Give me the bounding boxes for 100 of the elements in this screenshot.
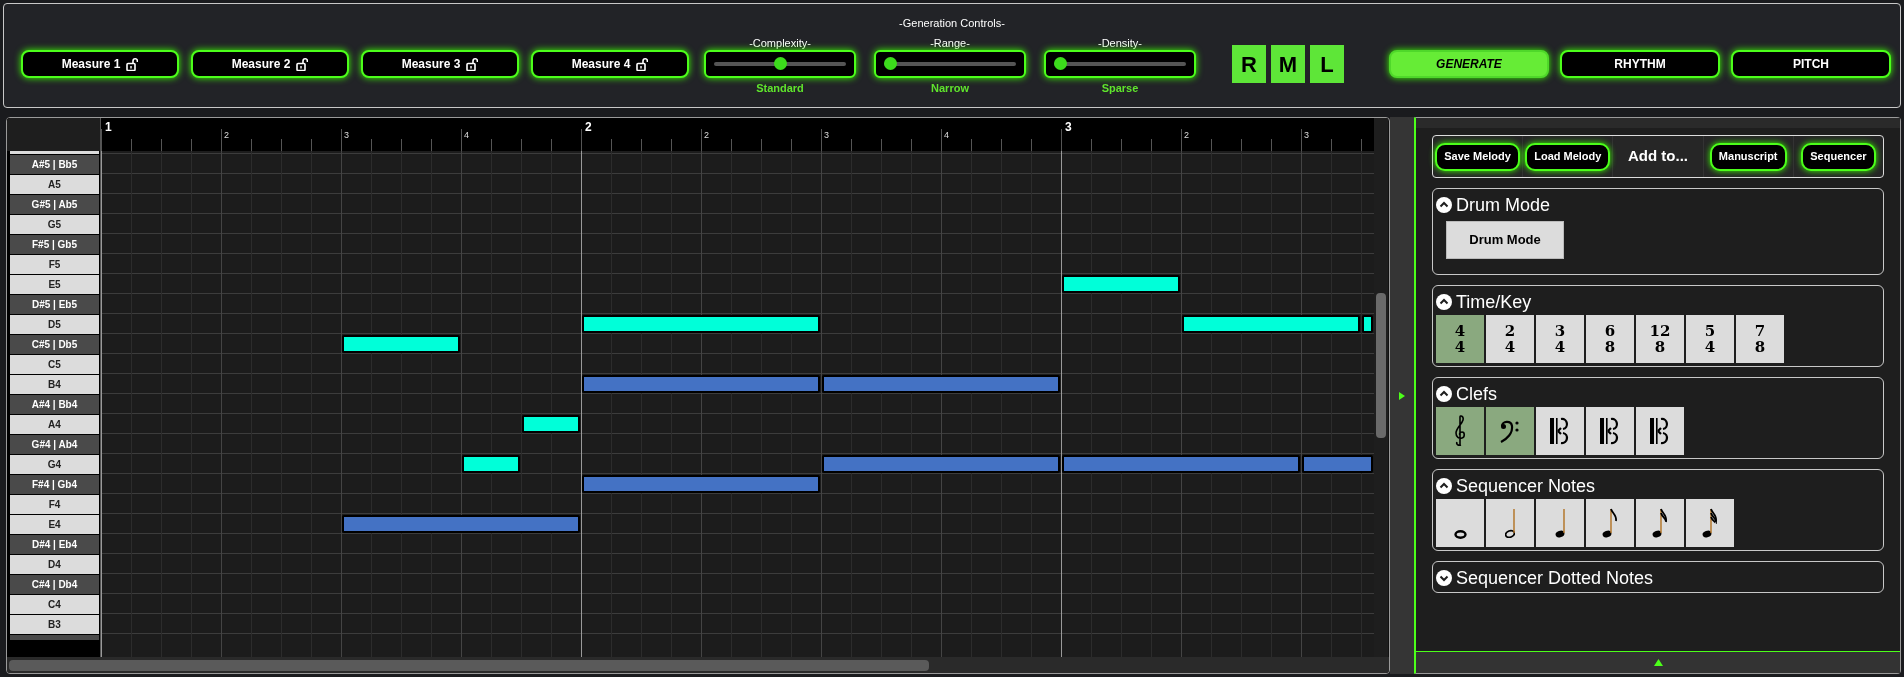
panel-title: -Generation Controls-	[899, 16, 1005, 30]
slider-label: -Range-	[930, 36, 970, 50]
note-block[interactable]	[582, 315, 820, 333]
measure-number: 1	[105, 120, 112, 134]
note-block[interactable]	[1062, 275, 1180, 293]
drum-mode-button[interactable]: Drum Mode	[1446, 221, 1564, 259]
chevron-up-icon[interactable]	[1436, 197, 1452, 213]
slider-thumb[interactable]	[884, 57, 897, 70]
sharp-piano-key[interactable]: D#5 | Eb5	[10, 295, 99, 314]
toolbar-button[interactable]: Save Melody	[1435, 142, 1520, 171]
clef-button[interactable]	[1436, 407, 1484, 455]
sharp-piano-key[interactable]: A#4 | Bb4	[10, 395, 99, 414]
sharp-piano-key[interactable]: C#5 | Db5	[10, 335, 99, 354]
slider-label: -Density-	[1098, 36, 1142, 50]
clef-button[interactable]	[1486, 407, 1534, 455]
time-signature-button[interactable]: 6 8	[1586, 315, 1634, 363]
natural-piano-key[interactable]: B3	[10, 615, 99, 634]
bottom-bar[interactable]	[1416, 651, 1900, 673]
hand-button[interactable]: L	[1310, 45, 1344, 83]
natural-piano-key[interactable]: D4	[10, 555, 99, 574]
sharp-piano-key[interactable]: D#4 | Eb4	[10, 535, 99, 554]
sharp-piano-key[interactable]: A#5 | Bb5	[10, 155, 99, 174]
time-signature-button[interactable]: 7 8	[1736, 315, 1784, 363]
slider[interactable]	[874, 50, 1026, 78]
sharp-piano-key[interactable]: G#5 | Ab5	[10, 195, 99, 214]
hand-button[interactable]: R	[1232, 45, 1266, 83]
action-button[interactable]: GENERATE	[1389, 50, 1549, 78]
section-title[interactable]: Time/Key	[1456, 291, 1532, 313]
time-signature-button[interactable]: 5 4	[1686, 315, 1734, 363]
clef-button[interactable]	[1586, 407, 1634, 455]
natural-piano-key[interactable]: G5	[10, 215, 99, 234]
scrollbar-thumb[interactable]	[9, 659, 929, 671]
action-button[interactable]: RHYTHM	[1560, 50, 1720, 78]
chevron-up-icon[interactable]	[1436, 294, 1452, 310]
unlocked-lock-icon	[296, 57, 309, 71]
section-title[interactable]: Drum Mode	[1456, 194, 1551, 216]
note-value-button[interactable]	[1436, 499, 1484, 547]
natural-piano-key[interactable]: F4	[10, 495, 99, 514]
beat-number: 3	[1304, 130, 1309, 140]
natural-piano-key[interactable]: G4	[10, 455, 99, 474]
toolbar-button[interactable]: Manuscript	[1709, 142, 1787, 171]
beat-number: 3	[824, 130, 829, 140]
scrollbar-thumb[interactable]	[1376, 293, 1386, 438]
natural-piano-key[interactable]: A5	[10, 175, 99, 194]
unlocked-lock-icon	[636, 57, 649, 71]
natural-piano-key[interactable]: D5	[10, 315, 99, 334]
note-value-button[interactable]	[1636, 499, 1684, 547]
chevron-up-icon[interactable]	[1436, 478, 1452, 494]
measure-button[interactable]: Measure 4	[531, 50, 689, 78]
slider[interactable]	[1044, 50, 1196, 78]
natural-piano-key[interactable]: A4	[10, 415, 99, 434]
note-value-button[interactable]	[1586, 499, 1634, 547]
time-signature-button[interactable]: 12 8	[1636, 315, 1684, 363]
chevron-down-icon[interactable]	[1436, 570, 1452, 586]
section-title[interactable]: Sequencer Notes	[1456, 475, 1596, 497]
note-block[interactable]	[462, 455, 520, 473]
measure-button[interactable]: Measure 1	[21, 50, 179, 78]
note-block[interactable]	[1362, 315, 1373, 333]
c-clef-icon	[1649, 417, 1671, 445]
note-block[interactable]	[1182, 315, 1360, 333]
note-block[interactable]	[342, 335, 460, 353]
beat-number: 2	[1184, 130, 1189, 140]
eighth-note-icon	[1602, 507, 1618, 539]
note-value-button[interactable]	[1686, 499, 1734, 547]
half-note-icon	[1504, 507, 1516, 539]
panel-toggle-strip[interactable]	[1390, 117, 1414, 674]
clef-button[interactable]	[1636, 407, 1684, 455]
time-signature-button[interactable]: 3 4	[1536, 315, 1584, 363]
hand-button[interactable]: M	[1271, 45, 1305, 83]
sharp-piano-key[interactable]: F#4 | Gb4	[10, 475, 99, 494]
natural-piano-key[interactable]: F5	[10, 255, 99, 274]
measure-button[interactable]: Measure 2	[191, 50, 349, 78]
natural-piano-key[interactable]: B4	[10, 375, 99, 394]
time-signature-button[interactable]: 2 4	[1486, 315, 1534, 363]
slider-thumb[interactable]	[773, 57, 787, 70]
natural-piano-key[interactable]: E5	[10, 275, 99, 294]
clef-button[interactable]	[1536, 407, 1584, 455]
measure-button[interactable]: Measure 3	[361, 50, 519, 78]
section-title[interactable]: Sequencer Dotted Notes	[1456, 567, 1654, 589]
sharp-piano-key[interactable]: F#5 | Gb5	[10, 235, 99, 254]
vertical-scrollbar[interactable]	[1374, 118, 1388, 657]
toolbar-button[interactable]: Load Melody	[1525, 142, 1611, 171]
slider-thumb[interactable]	[1054, 57, 1067, 70]
toolbar-button[interactable]: Sequencer	[1801, 142, 1876, 171]
expand-right-icon[interactable]	[1399, 391, 1405, 400]
natural-piano-key[interactable]: C5	[10, 355, 99, 374]
note-block[interactable]	[522, 415, 580, 433]
natural-piano-key[interactable]: E4	[10, 515, 99, 534]
slider[interactable]	[704, 50, 856, 78]
horizontal-scrollbar[interactable]	[7, 657, 1389, 673]
chevron-up-icon[interactable]	[1436, 386, 1452, 402]
natural-piano-key[interactable]: C4	[10, 595, 99, 614]
time-signature-button[interactable]: 4 4	[1436, 315, 1484, 363]
action-button[interactable]: PITCH	[1731, 50, 1891, 78]
expand-up-icon[interactable]	[1653, 659, 1663, 666]
sharp-piano-key[interactable]: C#4 | Db4	[10, 575, 99, 594]
sharp-piano-key[interactable]: G#4 | Ab4	[10, 435, 99, 454]
bass-clef-icon	[1499, 418, 1521, 444]
section-title[interactable]: Clefs	[1456, 383, 1497, 405]
beat-number: 2	[704, 130, 709, 140]
